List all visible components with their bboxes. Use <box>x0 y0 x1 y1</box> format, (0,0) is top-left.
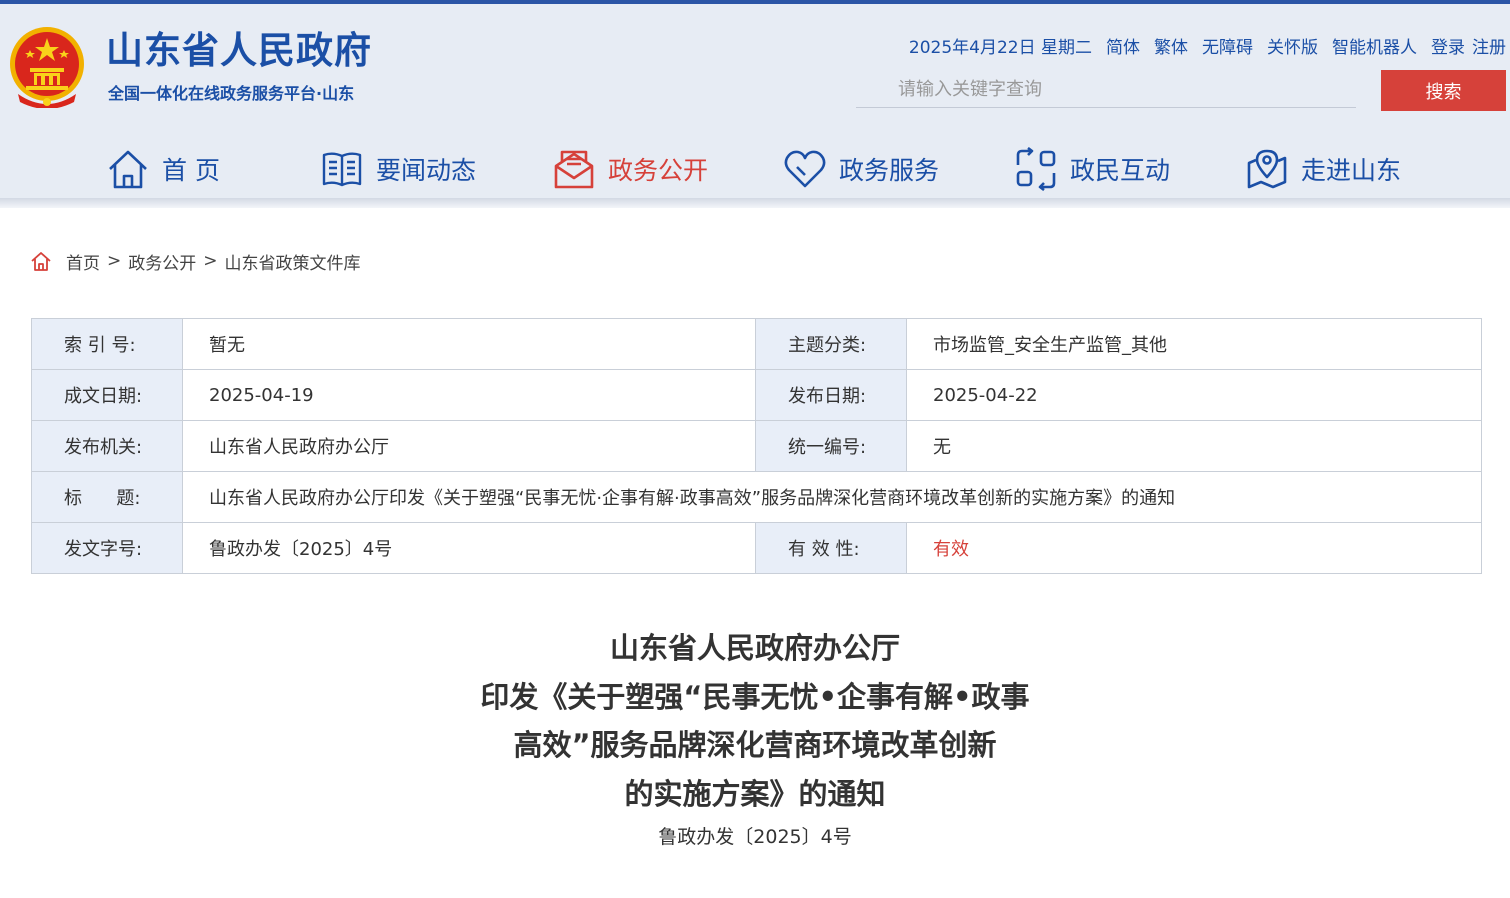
document-number: 鲁政办发〔2025〕4号 <box>658 826 852 848</box>
nav-item-interaction[interactable]: 政民互动 <box>1014 144 1170 194</box>
index-number-value: 暂无 <box>182 318 756 370</box>
nav-item-services[interactable]: 政务服务 <box>783 144 939 194</box>
top-links-bar: 2025年4月22日 星期二 简体 繁体 无障碍 关怀版 智能机器人 登录 注册 <box>909 32 1506 58</box>
site-header: 山东省人民政府 全国一体化在线政务服务平台·山东 2025年4月22日 星期二 … <box>0 0 1510 198</box>
breadcrumb-government-affairs[interactable]: 政务公开 <box>128 249 196 274</box>
title-value: 山东省人民政府办公厅印发《关于塑强“民事无忧·企事有解·政事高效”服务品牌深化营… <box>182 471 1482 523</box>
nav-label: 政务服务 <box>839 156 940 185</box>
search-input[interactable] <box>856 72 1356 108</box>
breadcrumb-home[interactable]: 首页 <box>66 249 100 274</box>
topic-value: 市场监管_安全生产监管_其他 <box>906 318 1482 370</box>
nav-item-government-affairs[interactable]: 政务公开 <box>552 144 708 194</box>
link-accessibility[interactable]: 无障碍 <box>1202 33 1253 58</box>
breadcrumb-separator: > <box>203 251 218 271</box>
search-button[interactable]: 搜索 <box>1381 70 1506 111</box>
table-row: 标 题: 山东省人民政府办公厅印发《关于塑强“民事无忧·企事有解·政事高效”服务… <box>31 471 1482 523</box>
link-login[interactable]: 登录 <box>1431 33 1465 58</box>
topic-label: 主题分类: <box>755 318 907 370</box>
main-nav: 首 页 要闻动态 政务公开 政务服务 政民互动 走进山东 <box>0 144 1510 194</box>
serial-number-label: 统一编号: <box>755 420 907 472</box>
current-date: 2025年4月22日 星期二 <box>908 37 1092 58</box>
breadcrumb-separator: > <box>107 251 122 271</box>
nav-item-about-shandong[interactable]: 走进山东 <box>1245 144 1401 194</box>
heart-icon <box>784 150 826 188</box>
validity-value: 有效 <box>906 522 1482 574</box>
validity-label: 有 效 性: <box>755 522 907 574</box>
mail-icon <box>554 150 594 189</box>
index-number-label: 索 引 号: <box>31 318 183 370</box>
document-meta-table: 索 引 号: 暂无 主题分类: 市场监管_安全生产监管_其他 成文日期: 202… <box>31 318 1482 574</box>
link-traditional[interactable]: 繁体 <box>1154 33 1188 58</box>
written-date-value: 2025-04-19 <box>182 369 756 421</box>
link-chatbot[interactable]: 智能机器人 <box>1332 33 1417 58</box>
issuer-value: 山东省人民政府办公厅 <box>182 420 756 472</box>
document-number-value: 鲁政办发〔2025〕4号 <box>182 522 756 574</box>
breadcrumb-policy-library[interactable]: 山东省政策文件库 <box>225 249 361 274</box>
map-pin-icon <box>1247 149 1287 189</box>
title-label: 标 题: <box>31 471 183 523</box>
document-title-line: 山东省人民政府办公厅 <box>609 631 900 665</box>
site-subtitle: 全国一体化在线政务服务平台·山东 <box>108 84 355 103</box>
link-simplified[interactable]: 简体 <box>1106 33 1140 58</box>
table-row: 成文日期: 2025-04-19 发布日期: 2025-04-22 <box>31 369 1482 421</box>
serial-number-value: 无 <box>906 420 1482 472</box>
nav-label: 要闻动态 <box>376 156 477 185</box>
document-title-line: 高效”服务品牌深化营商环境改革创新 <box>513 728 997 762</box>
national-emblem-icon <box>10 27 84 108</box>
document-title-line: 的实施方案》的通知 <box>624 776 886 811</box>
home-icon <box>31 252 51 271</box>
breadcrumb: 首页 > 政务公开 > 山东省政策文件库 <box>30 248 361 274</box>
document-title-line: 印发《关于塑强“民事无忧•企事有解•政事 <box>480 679 1030 714</box>
publish-date-value: 2025-04-22 <box>906 369 1482 421</box>
link-register[interactable]: 注册 <box>1472 33 1506 58</box>
nav-label: 政务公开 <box>608 156 709 185</box>
book-icon <box>322 152 362 187</box>
site-title[interactable]: 山东省人民政府 <box>106 28 372 74</box>
nav-item-news[interactable]: 要闻动态 <box>320 144 476 194</box>
document-number-label: 发文字号: <box>31 522 183 574</box>
link-elder-mode[interactable]: 关怀版 <box>1267 33 1318 58</box>
nav-label: 首 页 <box>162 156 220 185</box>
nav-item-home[interactable]: 首 页 <box>106 144 220 194</box>
issuer-label: 发布机关: <box>31 420 183 472</box>
interaction-icon <box>1016 147 1056 191</box>
nav-label: 走进山东 <box>1301 156 1402 185</box>
header-divider <box>0 198 1510 208</box>
table-row: 发文字号: 鲁政办发〔2025〕4号 有 效 性: 有效 <box>31 522 1482 574</box>
publish-date-label: 发布日期: <box>755 369 907 421</box>
document-title: 山东省人民政府办公厅 印发《关于塑强“民事无忧•企事有解•政事 高效”服务品牌深… <box>0 624 1510 818</box>
nav-label: 政民互动 <box>1070 156 1171 185</box>
table-row: 发布机关: 山东省人民政府办公厅 统一编号: 无 <box>31 420 1482 472</box>
home-icon <box>109 150 147 189</box>
written-date-label: 成文日期: <box>31 369 183 421</box>
table-row: 索 引 号: 暂无 主题分类: 市场监管_安全生产监管_其他 <box>31 318 1482 370</box>
